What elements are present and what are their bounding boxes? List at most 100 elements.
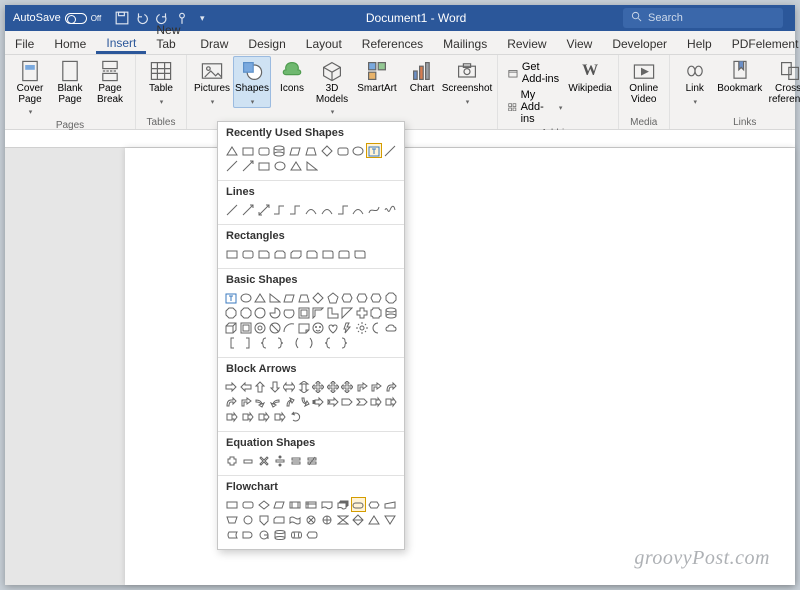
- shape-arrL[interactable]: [240, 380, 253, 393]
- shape-oct[interactable]: [385, 291, 398, 304]
- shape-hex[interactable]: [370, 291, 383, 304]
- shape-oval[interactable]: [273, 159, 287, 172]
- shape-fcDec[interactable]: [257, 498, 271, 511]
- shape-eqMult[interactable]: [257, 454, 271, 467]
- shape-round2diag[interactable]: [353, 247, 367, 260]
- shape-rect[interactable]: [225, 247, 239, 260]
- shape-fcTape[interactable]: [288, 513, 302, 526]
- shape-fcSort[interactable]: [352, 513, 366, 526]
- search-input[interactable]: Search: [623, 8, 783, 28]
- shape-fcConn[interactable]: [241, 513, 255, 526]
- shape-rbrace[interactable]: [273, 336, 287, 349]
- shape-rect[interactable]: [257, 159, 271, 172]
- tab-mailings[interactable]: Mailings: [433, 33, 497, 54]
- shape-can[interactable]: [272, 144, 286, 157]
- shape-fcColl[interactable]: [336, 513, 350, 526]
- shape-roundrect[interactable]: [336, 144, 350, 157]
- shape-arrCallR[interactable]: [370, 395, 383, 408]
- shape-bevel[interactable]: [240, 321, 253, 334]
- shape-line[interactable]: [225, 203, 239, 216]
- shape-folded[interactable]: [298, 321, 311, 334]
- shape-fcCard[interactable]: [272, 513, 286, 526]
- shape-arrCircle[interactable]: [289, 410, 303, 423]
- screenshot-button[interactable]: Screenshot: [443, 56, 491, 107]
- shape-arrLR[interactable]: [283, 380, 296, 393]
- shape-tri[interactable]: [254, 291, 267, 304]
- shape-rparen[interactable]: [305, 336, 319, 349]
- tab-developer[interactable]: Developer: [602, 33, 677, 54]
- shape-arrCurvL[interactable]: [269, 395, 282, 408]
- shape-trap[interactable]: [304, 144, 318, 157]
- tab-pdfelement[interactable]: PDFelement: [722, 33, 800, 54]
- shape-lparen[interactable]: [289, 336, 303, 349]
- shape-fcData[interactable]: [272, 498, 286, 511]
- shape-arrU2[interactable]: [225, 395, 238, 408]
- shape-rtri[interactable]: [269, 291, 282, 304]
- shape-oct[interactable]: [225, 306, 238, 319]
- wikipedia-button[interactable]: WWikipedia: [568, 56, 611, 95]
- shape-fcExtract[interactable]: [367, 513, 381, 526]
- shape-roundrect[interactable]: [241, 247, 255, 260]
- shape-noSym[interactable]: [269, 321, 282, 334]
- shape-freeform[interactable]: [367, 203, 381, 216]
- shape-tri[interactable]: [289, 159, 303, 172]
- shape-diag[interactable]: [341, 306, 354, 319]
- chart-button[interactable]: Chart: [403, 56, 441, 95]
- shape-curve[interactable]: [304, 203, 318, 216]
- shape-arrPent[interactable]: [341, 395, 354, 408]
- shape-trap[interactable]: [298, 291, 311, 304]
- shape-can[interactable]: [385, 306, 398, 319]
- undo-icon[interactable]: [135, 11, 149, 25]
- shape-hex[interactable]: [356, 291, 369, 304]
- tab-home[interactable]: Home: [44, 33, 96, 54]
- customize-qat-icon[interactable]: ▾: [195, 11, 209, 25]
- shape-oval[interactable]: [240, 291, 253, 304]
- shape-elbow[interactable]: [288, 203, 302, 216]
- shape-frame[interactable]: [298, 306, 311, 319]
- shape-pent[interactable]: [327, 291, 340, 304]
- shape-fcDisp[interactable]: [305, 528, 319, 541]
- shape-lbrack[interactable]: [225, 336, 239, 349]
- shape-arrCurvU[interactable]: [283, 395, 296, 408]
- shape-arrBent[interactable]: [370, 380, 383, 393]
- smartart-button[interactable]: SmartArt: [353, 56, 401, 95]
- touch-mode-icon[interactable]: [175, 11, 189, 25]
- shape-arrBent[interactable]: [356, 380, 369, 393]
- tab-review[interactable]: Review: [497, 33, 556, 54]
- tab-insert[interactable]: Insert: [96, 32, 146, 54]
- shape-roundrect[interactable]: [257, 144, 271, 157]
- shapes-button[interactable]: Shapes: [233, 56, 271, 108]
- shape-dblarrow[interactable]: [257, 203, 271, 216]
- shape-diamond[interactable]: [320, 144, 334, 157]
- shape-fcJunc[interactable]: [304, 513, 318, 526]
- tab-design[interactable]: Design: [238, 33, 295, 54]
- tab-help[interactable]: Help: [677, 33, 722, 54]
- shape-curve[interactable]: [352, 203, 366, 216]
- redo-icon[interactable]: [155, 11, 169, 25]
- shape-arrBent[interactable]: [240, 395, 253, 408]
- shape-arrowline[interactable]: [241, 203, 255, 216]
- tab-file[interactable]: File: [5, 33, 44, 54]
- link-button[interactable]: Link: [676, 56, 714, 107]
- shape-heart[interactable]: [327, 321, 340, 334]
- shape-fcMag[interactable]: [273, 528, 287, 541]
- page-break-button[interactable]: Page Break: [91, 56, 129, 105]
- shape-halfframe[interactable]: [312, 306, 325, 319]
- shape-arrCurvD[interactable]: [298, 395, 311, 408]
- shape-oct[interactable]: [240, 306, 253, 319]
- online-video-button[interactable]: Online Video: [625, 56, 663, 105]
- shape-arrUD[interactable]: [298, 380, 311, 393]
- shape-lbrace[interactable]: [321, 336, 335, 349]
- tab-references[interactable]: References: [352, 33, 433, 54]
- shape-teardrop[interactable]: [254, 306, 267, 319]
- tab-draw[interactable]: Draw: [190, 33, 238, 54]
- blank-page-button[interactable]: Blank Page: [51, 56, 89, 105]
- shape-pie[interactable]: [269, 306, 282, 319]
- shape-line[interactable]: [383, 144, 397, 157]
- shape-arrStripe[interactable]: [312, 395, 325, 408]
- get-addins-button[interactable]: Get Add-ins: [504, 60, 566, 86]
- shape-eqMinus[interactable]: [241, 454, 255, 467]
- shape-line[interactable]: [225, 159, 239, 172]
- shape-fcPredef[interactable]: [288, 498, 302, 511]
- cross-reference-button[interactable]: Cross- reference: [766, 56, 800, 105]
